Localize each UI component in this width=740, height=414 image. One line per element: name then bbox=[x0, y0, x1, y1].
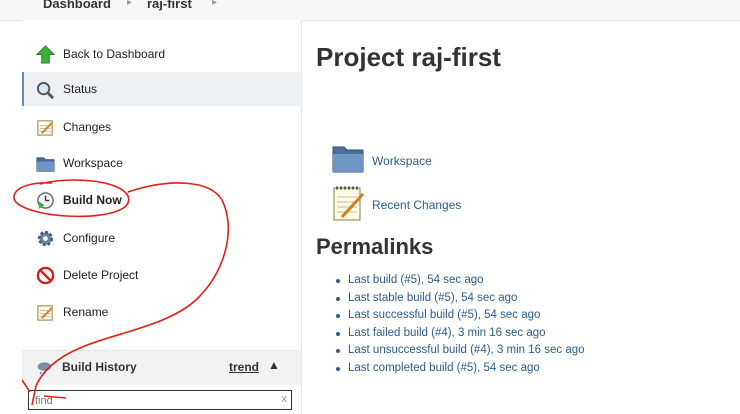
sidebar-item-label: Configure bbox=[63, 231, 116, 245]
folder-icon bbox=[332, 146, 364, 173]
workspace-link-label[interactable]: Workspace bbox=[372, 154, 432, 168]
sidebar-item-label: Status bbox=[63, 82, 98, 96]
clear-icon[interactable]: x bbox=[282, 393, 288, 405]
no-entry-icon bbox=[36, 266, 55, 285]
chevron-up-icon[interactable]: ▲ bbox=[268, 358, 280, 372]
sidebar-item-delete-project[interactable]: Delete Project bbox=[22, 257, 301, 293]
magnifier-icon bbox=[36, 81, 55, 100]
sidebar-item-workspace[interactable]: Workspace bbox=[22, 145, 301, 181]
sidebar-item-rename[interactable]: Rename bbox=[22, 294, 301, 330]
sidebar-item-label: Back to Dashboard bbox=[63, 47, 166, 61]
breadcrumb-project[interactable]: raj-first bbox=[147, 0, 192, 11]
breadcrumb: Dashboard ▸ raj-first ▸ bbox=[0, 0, 740, 21]
breadcrumb-separator-icon[interactable]: ▸ bbox=[127, 0, 132, 8]
clock-play-icon bbox=[37, 192, 54, 210]
trend-link[interactable]: trend bbox=[229, 360, 259, 374]
side-panel: Back to Dashboard Status Changes Workspa… bbox=[22, 20, 303, 414]
build-filter-input[interactable] bbox=[33, 392, 267, 410]
notepad-icon bbox=[37, 120, 53, 136]
folder-icon bbox=[36, 157, 55, 172]
sidebar-item-back-to-dashboard[interactable]: Back to Dashboard bbox=[22, 36, 301, 72]
permalink-item[interactable]: Last build (#5), 54 sec ago bbox=[336, 274, 585, 292]
permalink-item[interactable]: Last successful build (#5), 54 sec ago bbox=[336, 309, 585, 327]
sidebar-item-label: Changes bbox=[63, 120, 112, 134]
notepad-icon bbox=[37, 305, 53, 321]
permalink-item[interactable]: Last unsuccessful build (#4), 3 min 16 s… bbox=[336, 344, 585, 362]
breadcrumb-separator-icon[interactable]: ▸ bbox=[212, 0, 217, 8]
permalinks-list: Last build (#5), 54 sec ago Last stable … bbox=[336, 274, 585, 379]
build-filter-box: x bbox=[28, 390, 292, 410]
sidebar-item-configure[interactable]: Configure bbox=[22, 220, 301, 256]
recent-changes-link-label[interactable]: Recent Changes bbox=[372, 198, 461, 212]
workspace-link[interactable]: Workspace bbox=[332, 144, 482, 184]
cloud-icon bbox=[37, 362, 52, 375]
main-panel: Project raj-first Workspace Recent Chang… bbox=[302, 20, 740, 414]
breadcrumb-dashboard[interactable]: Dashboard bbox=[43, 0, 111, 11]
sidebar-item-label: Build Now bbox=[63, 193, 122, 207]
notepad-icon bbox=[333, 186, 365, 221]
recent-changes-link[interactable]: Recent Changes bbox=[332, 184, 502, 224]
page-title: Project raj-first bbox=[316, 42, 501, 72]
sidebar-item-label: Rename bbox=[63, 305, 109, 319]
permalink-item[interactable]: Last completed build (#5), 54 sec ago bbox=[336, 362, 585, 380]
sidebar-item-status[interactable]: Status bbox=[22, 72, 303, 106]
sidebar-item-label: Workspace bbox=[63, 156, 123, 170]
permalinks-heading: Permalinks bbox=[316, 234, 434, 259]
permalink-item[interactable]: Last stable build (#5), 54 sec ago bbox=[336, 292, 585, 310]
build-history-header: Build History trend ▲ bbox=[22, 350, 301, 385]
up-arrow-icon bbox=[36, 45, 55, 64]
sidebar-item-label: Delete Project bbox=[63, 268, 139, 282]
gear-icon bbox=[37, 230, 54, 247]
permalink-item[interactable]: Last failed build (#4), 3 min 16 sec ago bbox=[336, 327, 585, 345]
sidebar-item-build-now[interactable]: Build Now bbox=[22, 182, 301, 218]
sidebar-item-changes[interactable]: Changes bbox=[22, 109, 301, 145]
build-history-title: Build History bbox=[62, 360, 137, 374]
